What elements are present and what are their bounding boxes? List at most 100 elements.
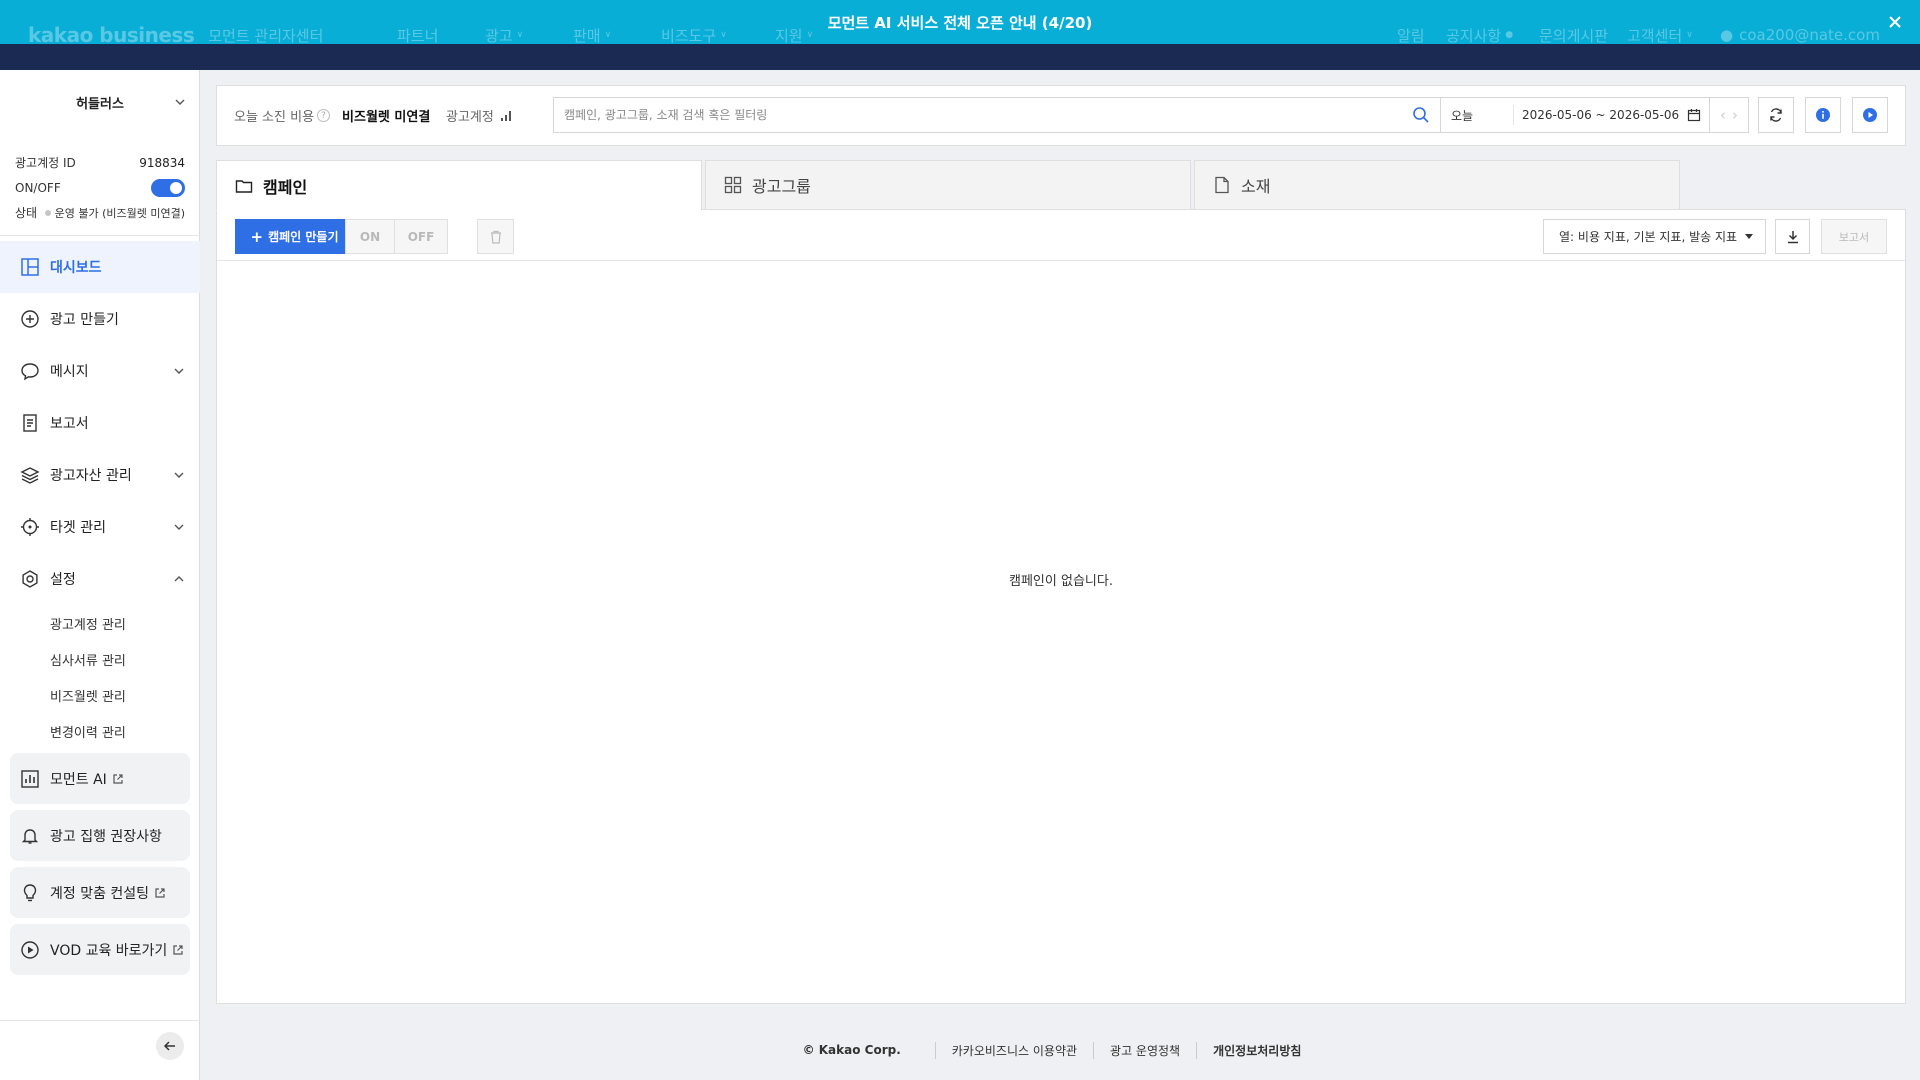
submenu-account-management[interactable]: 광고계정 관리 bbox=[0, 605, 200, 641]
account-stats[interactable]: 광고계정 bbox=[446, 86, 513, 145]
sidebar-item-settings[interactable]: 설정 bbox=[0, 553, 200, 605]
sidebar-bottom bbox=[0, 1020, 200, 1080]
period-select[interactable]: 오늘 bbox=[1441, 105, 1514, 125]
folder-icon bbox=[235, 179, 253, 193]
submenu-change-history[interactable]: 변경이력 관리 bbox=[0, 713, 200, 749]
columns-select[interactable]: 열: 비용 지표, 기본 지표, 발송 지표 bbox=[1543, 219, 1766, 254]
refresh-button[interactable] bbox=[1758, 97, 1794, 133]
off-label: OFF bbox=[407, 229, 435, 244]
campaign-panel: + 캠페인 만들기 ON OFF 열: 비용 지표, 기본 지표, 발송 지표 … bbox=[216, 209, 1906, 1004]
target-icon bbox=[21, 518, 39, 536]
banner-notice[interactable]: 모먼트 AI 서비스 전체 오픈 안내 (4/20) bbox=[0, 0, 1920, 44]
caret-down-icon bbox=[1745, 234, 1753, 239]
campaign-toolbar: + 캠페인 만들기 ON OFF 열: 비용 지표, 기본 지표, 발송 지표 … bbox=[217, 210, 1905, 261]
columns-select-label: 열: 비용 지표, 기본 지표, 발송 지표 bbox=[1559, 230, 1738, 244]
sidebar-item-message[interactable]: 메시지 bbox=[0, 345, 200, 397]
sidebar-item-target[interactable]: 타겟 관리 bbox=[0, 501, 200, 553]
state-row: 상태 운영 불가 (비즈월렛 미연결) bbox=[0, 200, 200, 225]
today-spend-label: 오늘 소진 비용 bbox=[234, 110, 315, 125]
sidebar-menu: 대시보드 광고 만들기 메시지 보고서 광고자산 관리 타겟 관리 설정 광고계… bbox=[0, 241, 200, 749]
chevron-down-icon bbox=[174, 368, 184, 374]
chevron-down-icon bbox=[174, 524, 184, 530]
trash-icon bbox=[490, 230, 501, 244]
submenu-review-documents[interactable]: 심사서류 관리 bbox=[0, 641, 200, 677]
card-moment-ai[interactable]: 모먼트 AI bbox=[10, 753, 190, 804]
play-guide-button[interactable] bbox=[1852, 97, 1888, 133]
card-label: 모먼트 AI bbox=[50, 771, 107, 788]
filter-bar: 오늘 소진 비용 ? 비즈월렛 미연결 광고계정 오늘 2026-05-06 ~… bbox=[216, 85, 1906, 146]
tab-creative[interactable]: 소재 bbox=[1194, 160, 1680, 210]
tab-campaign[interactable]: 캠페인 bbox=[216, 160, 702, 211]
on-button[interactable]: ON bbox=[345, 219, 395, 254]
state-value: 운영 불가 (비즈월렛 미연결) bbox=[44, 205, 185, 221]
footer-copyright: © Kakao Corp. bbox=[802, 1043, 901, 1057]
submenu-bizwallet[interactable]: 비즈월렛 관리 bbox=[0, 677, 200, 713]
dashboard-icon bbox=[21, 258, 39, 276]
speech-bubble-icon bbox=[21, 363, 39, 381]
banner-text: 모먼트 AI 서비스 전체 오픈 안내 (4/20) bbox=[827, 13, 1093, 32]
footer-link-terms[interactable]: 카카오비즈니스 이용약관 bbox=[934, 1041, 1093, 1059]
sidebar-item-label: 설정 bbox=[50, 572, 76, 588]
sidebar-item-label: 광고자산 관리 bbox=[50, 468, 132, 484]
card-label: 계정 맞춤 컨설팅 bbox=[50, 885, 150, 902]
external-link-icon bbox=[113, 773, 123, 784]
close-icon bbox=[1889, 16, 1901, 28]
report-icon bbox=[23, 414, 37, 432]
footer-link-ad-policy[interactable]: 광고 운영정책 bbox=[1093, 1041, 1196, 1059]
card-label: 광고 집행 권장사항 bbox=[50, 828, 162, 845]
bar-chart-icon bbox=[500, 111, 511, 121]
card-vod-education[interactable]: VOD 교육 바로가기 bbox=[10, 924, 190, 975]
report-label: 보고서 bbox=[1838, 230, 1870, 244]
account-id-value: 918834 bbox=[139, 155, 185, 170]
external-link-icon bbox=[155, 887, 165, 898]
arrow-left-icon bbox=[163, 1041, 175, 1051]
search-icon[interactable] bbox=[1412, 106, 1430, 124]
card-ad-recommendations[interactable]: 광고 집행 권장사항 bbox=[10, 810, 190, 861]
onoff-row: ON/OFF bbox=[0, 175, 200, 200]
chevron-down-icon bbox=[174, 472, 184, 478]
help-icon[interactable]: ? bbox=[317, 109, 331, 122]
sidebar-item-dashboard[interactable]: 대시보드 bbox=[0, 241, 200, 293]
sidebar-item-ad-assets[interactable]: 광고자산 관리 bbox=[0, 449, 200, 501]
tab-ad-group[interactable]: 광고그룹 bbox=[705, 160, 1191, 210]
account-selector[interactable]: 허들러스 bbox=[0, 84, 200, 120]
account-id-label: 광고계정 ID bbox=[15, 156, 76, 170]
info-button[interactable] bbox=[1805, 97, 1841, 133]
report-button[interactable]: 보고서 bbox=[1821, 219, 1887, 254]
date-range-text: 2026-05-06 ~ 2026-05-06 bbox=[1522, 108, 1680, 122]
sidebar-collapse-button[interactable] bbox=[156, 1032, 184, 1060]
chevron-down-icon bbox=[175, 99, 185, 105]
today-spend-value: 비즈월렛 미연결 bbox=[342, 110, 431, 125]
chart-icon bbox=[21, 769, 39, 788]
submenu-label: 광고계정 관리 bbox=[50, 617, 126, 633]
gear-icon bbox=[22, 570, 38, 588]
gnb-dark-bar bbox=[0, 44, 1920, 70]
account-id-row: 광고계정 ID 918834 bbox=[0, 150, 200, 175]
sidebar-item-create-ad[interactable]: 광고 만들기 bbox=[0, 293, 200, 345]
layers-icon bbox=[20, 467, 40, 484]
account-stats-label: 광고계정 bbox=[446, 110, 494, 125]
create-campaign-button[interactable]: + 캠페인 만들기 bbox=[235, 219, 354, 254]
prev-date-button[interactable]: ‹ bbox=[1720, 106, 1726, 124]
off-button[interactable]: OFF bbox=[394, 219, 448, 254]
submenu-label: 비즈월렛 관리 bbox=[50, 689, 126, 705]
next-date-button[interactable]: › bbox=[1732, 106, 1738, 124]
sidebar-item-report[interactable]: 보고서 bbox=[0, 397, 200, 449]
today-spend: 오늘 소진 비용 ? 비즈월렛 미연결 bbox=[234, 86, 430, 145]
search-input[interactable] bbox=[554, 98, 1394, 132]
date-range[interactable]: 2026-05-06 ~ 2026-05-06 bbox=[1514, 108, 1687, 122]
create-campaign-label: 캠페인 만들기 bbox=[268, 230, 339, 244]
state-value-text: 운영 불가 (비즈월렛 미연결) bbox=[54, 206, 185, 220]
card-consulting[interactable]: 계정 맞춤 컨설팅 bbox=[10, 867, 190, 918]
grid-icon bbox=[724, 176, 742, 194]
refresh-icon bbox=[1770, 108, 1782, 122]
footer-link-privacy[interactable]: 개인정보처리방침 bbox=[1196, 1041, 1317, 1059]
banner-close-button[interactable] bbox=[1884, 11, 1906, 33]
sidebar-item-label: 메시지 bbox=[50, 364, 89, 380]
calendar-icon[interactable] bbox=[1687, 108, 1701, 122]
document-icon bbox=[1215, 176, 1229, 194]
download-button[interactable] bbox=[1775, 219, 1810, 254]
delete-button[interactable] bbox=[477, 219, 514, 254]
account-onoff-toggle[interactable] bbox=[151, 178, 185, 197]
info-icon bbox=[1816, 108, 1830, 122]
